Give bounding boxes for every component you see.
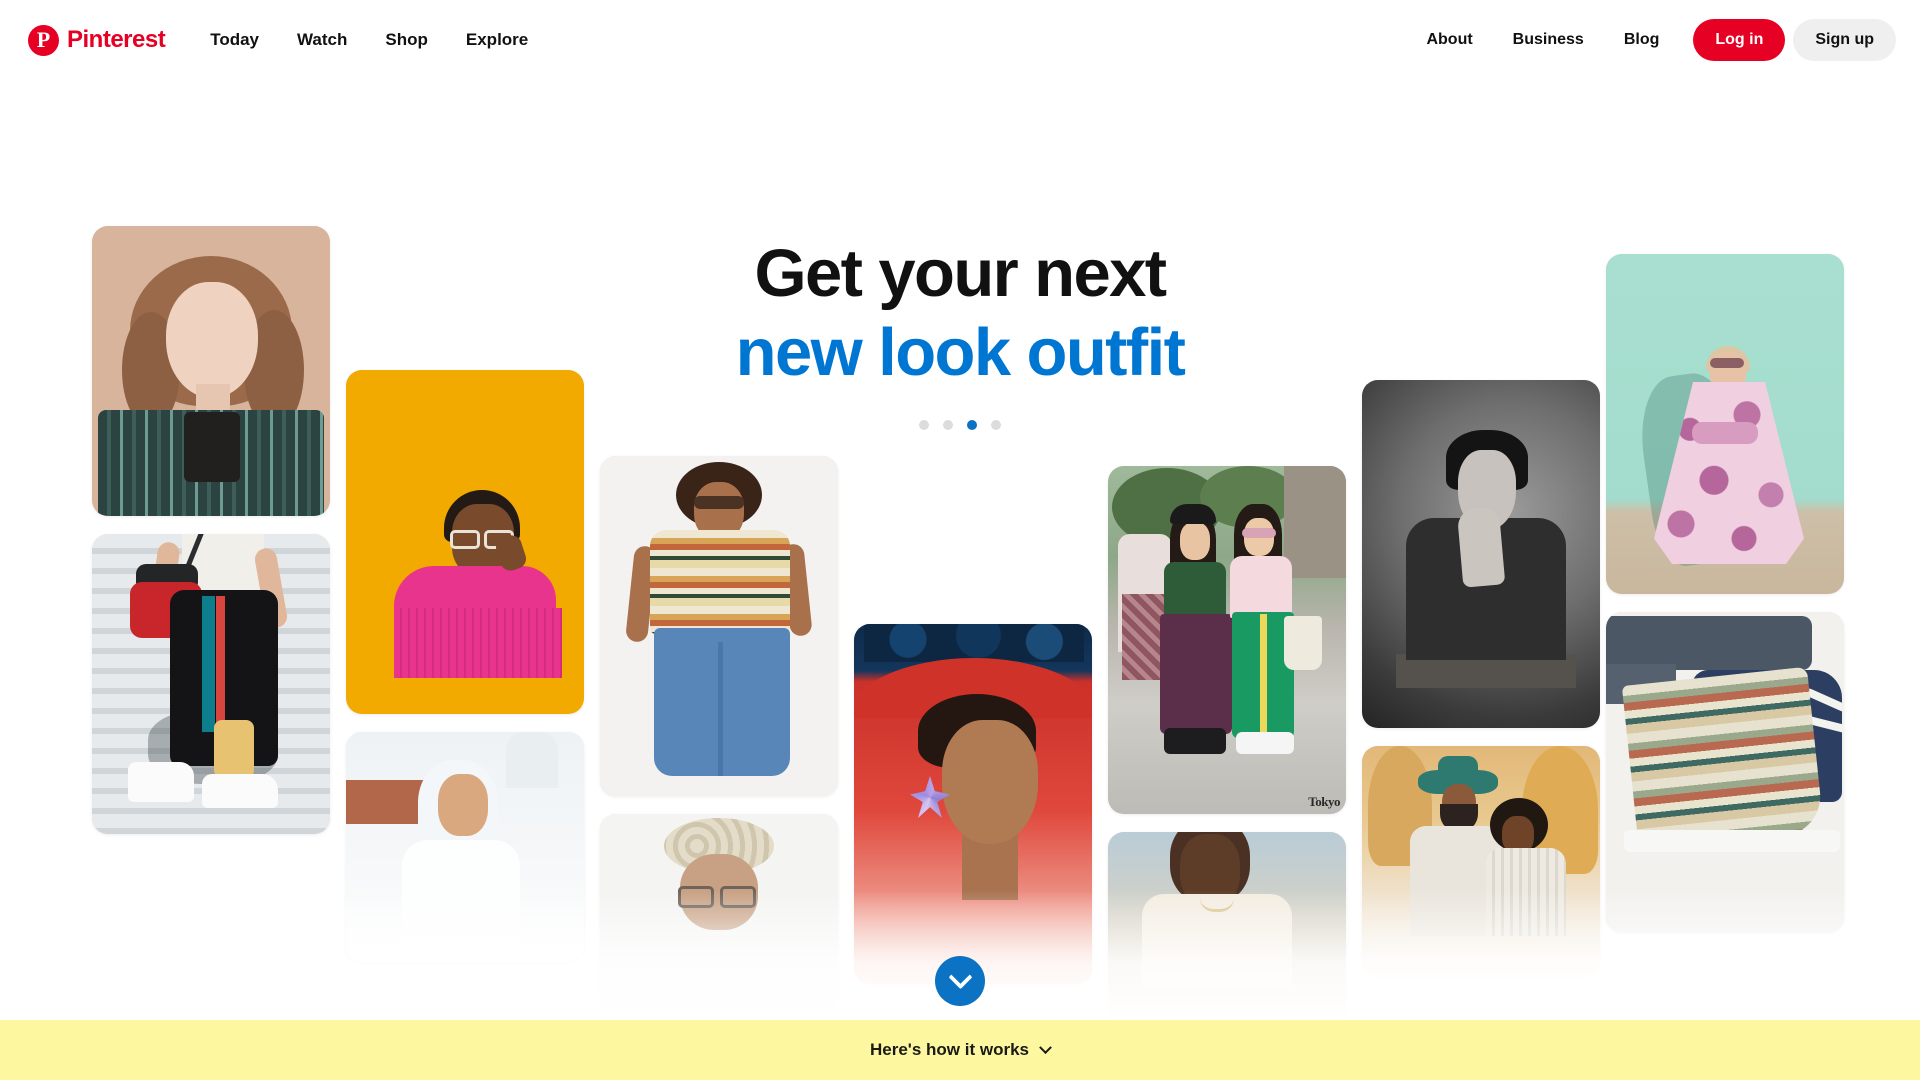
pin-card[interactable]: [600, 456, 838, 796]
login-button[interactable]: Log in: [1693, 19, 1786, 61]
grid-column-4: [854, 624, 1092, 984]
site-header: P Pinterest Today Watch Shop Explore Abo…: [0, 0, 1920, 80]
pinterest-logo[interactable]: P Pinterest: [28, 24, 166, 56]
grid-column-1: [92, 226, 330, 834]
pin-card[interactable]: [600, 814, 838, 1014]
pin-card[interactable]: [92, 226, 330, 516]
nav-item-today[interactable]: Today: [191, 20, 278, 60]
scroll-down-button[interactable]: [935, 956, 985, 1006]
pinterest-logo-text: Pinterest: [67, 26, 166, 53]
how-it-works-label: Here's how it works: [870, 1040, 1029, 1059]
grid-column-5: Tokyo: [1108, 466, 1346, 1020]
grid-column-2: [346, 370, 584, 962]
carousel-dot-4[interactable]: [991, 420, 1001, 431]
pin-card[interactable]: [1606, 612, 1844, 932]
nav-item-explore[interactable]: Explore: [447, 20, 547, 60]
pin-card[interactable]: [854, 624, 1092, 984]
pin-card[interactable]: [1108, 832, 1346, 1020]
tokyo-fashion-watermark: Tokyo: [1308, 794, 1340, 809]
nav-item-about[interactable]: About: [1406, 21, 1492, 59]
grid-column-3: [600, 456, 838, 1014]
nav-item-business[interactable]: Business: [1493, 21, 1604, 59]
how-it-works-bar[interactable]: Here's how it works: [0, 1020, 1920, 1080]
carousel-dot-3[interactable]: [967, 420, 977, 431]
nav-item-shop[interactable]: Shop: [366, 20, 447, 60]
grid-column-6: [1362, 380, 1600, 976]
chevron-down-icon: [947, 964, 973, 989]
pinterest-logo-icon: P: [28, 24, 59, 56]
secondary-nav: About Business Blog Log in Sign up: [1406, 19, 1896, 61]
pin-card[interactable]: [1606, 254, 1844, 594]
image-masonry-grid: Tokyo: [0, 80, 1920, 1020]
pin-card[interactable]: [1362, 746, 1600, 976]
grid-column-7: [1606, 254, 1844, 932]
carousel-dot-2[interactable]: [943, 420, 953, 431]
pin-card[interactable]: [346, 370, 584, 714]
pin-card[interactable]: Tokyo: [1108, 466, 1346, 814]
nav-item-watch[interactable]: Watch: [278, 20, 366, 60]
pin-card[interactable]: [92, 534, 330, 834]
chevron-down-icon: [1039, 1040, 1052, 1054]
pin-card[interactable]: [1362, 380, 1600, 728]
carousel-dot-1[interactable]: [919, 420, 929, 431]
carousel-dots: [919, 420, 1001, 431]
nav-item-blog[interactable]: Blog: [1604, 21, 1680, 59]
signup-button[interactable]: Sign up: [1793, 19, 1896, 61]
pin-card[interactable]: [346, 732, 584, 962]
primary-nav: Today Watch Shop Explore: [191, 20, 547, 60]
